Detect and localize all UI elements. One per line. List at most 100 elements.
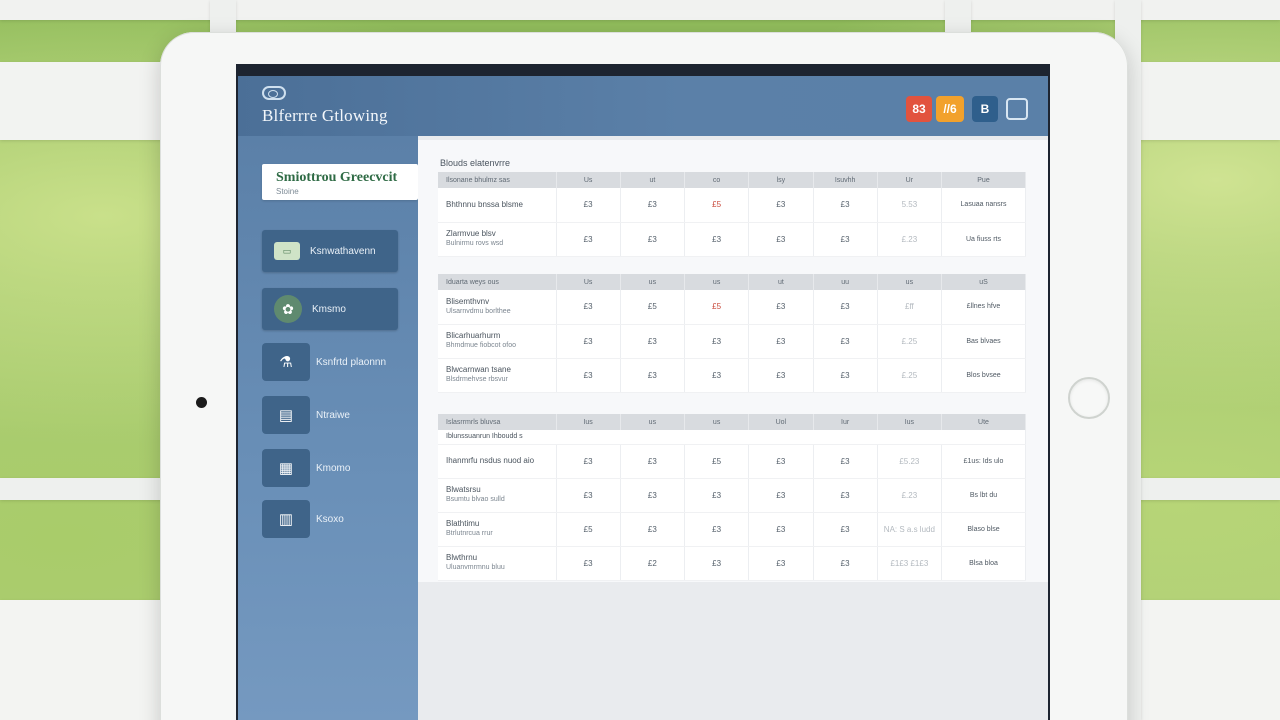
table-cell: £3 [748,188,814,223]
row-item-title: Zlarmvue blsv [446,229,496,238]
table-row[interactable]: Zlarmvue blsv Bulnirmu rovs wsd £3 £3 £3 … [438,222,1026,257]
sidebar-item-kmsmo[interactable]: ✿ Kmsmo [262,288,398,330]
table-cell: £3 [748,222,814,257]
column-header[interactable]: Iduarta weys ous [438,274,557,290]
table-cell: £.25 [877,324,943,359]
table-cell: £1£3 £1£3 [877,546,943,581]
app-window: Blferrre Gtlowing 83 //6 B Smiottrou Gre… [238,76,1048,720]
sidebar-item-label: Ksoxo [316,513,344,525]
brand-card[interactable]: Smiottrou Greecvcit Stoine [262,164,418,200]
column-header[interactable]: Pue [941,172,1026,188]
table-cell: £3 [620,188,686,223]
table-cell: £3 [556,188,621,223]
table-cell: £3 [684,478,750,513]
column-header[interactable]: ut [620,172,686,188]
tablet-screen: Blferrre Gtlowing 83 //6 B Smiottrou Gre… [236,64,1050,720]
notifications-button[interactable]: //6 [936,96,964,122]
table-cell: £3 [813,290,878,325]
sidebar-item-label: Ksnwathavenn [310,245,376,257]
column-header[interactable]: Isuvhh [813,172,878,188]
column-header[interactable]: us [877,274,943,290]
column-header[interactable]: Iur [813,414,878,430]
table-cell: £3 [556,478,621,513]
table-cell: £5 [684,188,750,223]
table-cell: £3 [748,478,814,513]
table-cell: Blos bvsee [941,358,1026,393]
table-row[interactable]: Blathtimu Btrlutnrcua rrur £5 £3 £3 £3 £3… [438,512,1026,547]
card-icon: ▭ [274,242,300,260]
tablet-home-button[interactable] [1068,377,1110,419]
table-cell: £3 [620,358,686,393]
table-cell: £llnes hfve [941,290,1026,325]
table-cell: £3 [813,188,878,223]
column-header[interactable]: ut [748,274,814,290]
sidebar-item-ksoxo[interactable]: ▥ Ksoxo [262,498,344,540]
column-header[interactable]: us [620,274,686,290]
data-table-1: Ilsonane bhulmz sas Us ut co lsy Isuvhh … [438,172,1026,257]
row-item-subtitle: Bsumtu blvao sulld [446,496,505,503]
table-cell: £3 [556,546,621,581]
window-frame-top [0,0,1280,20]
table-header-row: Iduarta weys ous Us us us ut uu us uS [438,274,1026,290]
column-header[interactable]: Uol [748,414,814,430]
window-icon[interactable] [1006,98,1028,120]
sidebar-item-label: Kmsmo [312,303,346,315]
table-row[interactable]: Blwcarnwan tsane Blsdrmehvse rbsvur £3 £3… [438,358,1026,393]
gear-badge-icon: ✿ [274,295,302,323]
column-header[interactable]: Us [556,274,621,290]
alerts-button[interactable]: 83 [906,96,932,122]
column-header[interactable]: us [684,414,750,430]
profile-button[interactable]: B [972,96,998,122]
row-item-title: Blicarhuarhurm [446,331,501,340]
column-header[interactable]: Ur [877,172,943,188]
column-header[interactable]: Ius [556,414,621,430]
sidebar-item-ntraiwe[interactable]: ▤ Ntraiwe [262,394,350,436]
column-header[interactable]: lsy [748,172,814,188]
table-cell: £3 [620,444,686,479]
column-header[interactable]: Ilsonane bhulmz sas [438,172,557,188]
table-cell: £5 [556,512,621,547]
column-header[interactable]: Us [556,172,621,188]
table-row[interactable]: Blicarhuarhurm Bhmdmue fiobcot ofoo £3 £3… [438,324,1026,359]
chart-icon: ▥ [262,500,310,538]
app-title: Blferrre Gtlowing [262,106,388,125]
column-header[interactable]: uS [941,274,1026,290]
row-item-subtitle: Btrlutnrcua rrur [446,530,493,537]
sidebar-item-kmomo[interactable]: ▦ Kmomo [262,447,350,489]
sidebar-item-ksnfrtd[interactable]: ⚗ Ksnfrtd plaonnn [262,341,386,383]
data-table-3: Islasrrmrls bluvsa Ius us us Uol Iur Ius… [438,414,1026,581]
row-item: Bhthnnu bnssa blsme [438,188,557,223]
table-cell: £3 [748,290,814,325]
table-cell: £3 [684,358,750,393]
table-row[interactable]: Bhthnnu bnssa blsme £3 £3 £5 £3 £3 5.53 … [438,188,1026,223]
table-cell: £3 [556,222,621,257]
table-row[interactable]: Blwthrnu Uluanvmrmnu bluu £3 £2 £3 £3 £3 … [438,546,1026,581]
column-header[interactable]: Islasrrmrls bluvsa [438,414,557,430]
screen-icon: ▤ [262,396,310,434]
column-header[interactable]: co [684,172,750,188]
table-row[interactable]: Blwatsrsu Bsumtu blvao sulld £3 £3 £3 £3 … [438,478,1026,513]
table-cell: £5 [684,444,750,479]
table-row[interactable]: Blisemthvnv Ulsarnvdmu borlthee £3 £5 £5 … [438,290,1026,325]
column-header[interactable]: uu [813,274,878,290]
table-cell: £3 [684,324,750,359]
table-cell: £3 [813,546,878,581]
table-cell: Lasuaa nansrs [941,188,1026,223]
table-row[interactable]: Ihanmrfu nsdus nuod aio £3 £3 £5 £3 £3 £… [438,444,1026,479]
table-cell: £3 [748,444,814,479]
column-header[interactable]: us [620,414,686,430]
table-cell: Blaso blse [941,512,1026,547]
column-header[interactable]: Ute [941,414,1026,430]
sidebar-item-ksnwathavenn[interactable]: ▭ Ksnwathavenn [262,230,398,272]
table-cell: Bas blvaes [941,324,1026,359]
table-cell: £3 [620,222,686,257]
main-content: Blouds elatenvrre Ilsonane bhulmz sas Us… [418,140,1048,720]
table-cell: Ua fiuss rts [941,222,1026,257]
table-cell: £ff [877,290,943,325]
row-item: Blisemthvnv Ulsarnvdmu borlthee [438,290,557,325]
table-cell: £3 [620,324,686,359]
column-header[interactable]: us [684,274,750,290]
column-header[interactable]: Ius [877,414,943,430]
table-cell: Bs lbt du [941,478,1026,513]
row-item: Ihanmrfu nsdus nuod aio [438,444,557,479]
